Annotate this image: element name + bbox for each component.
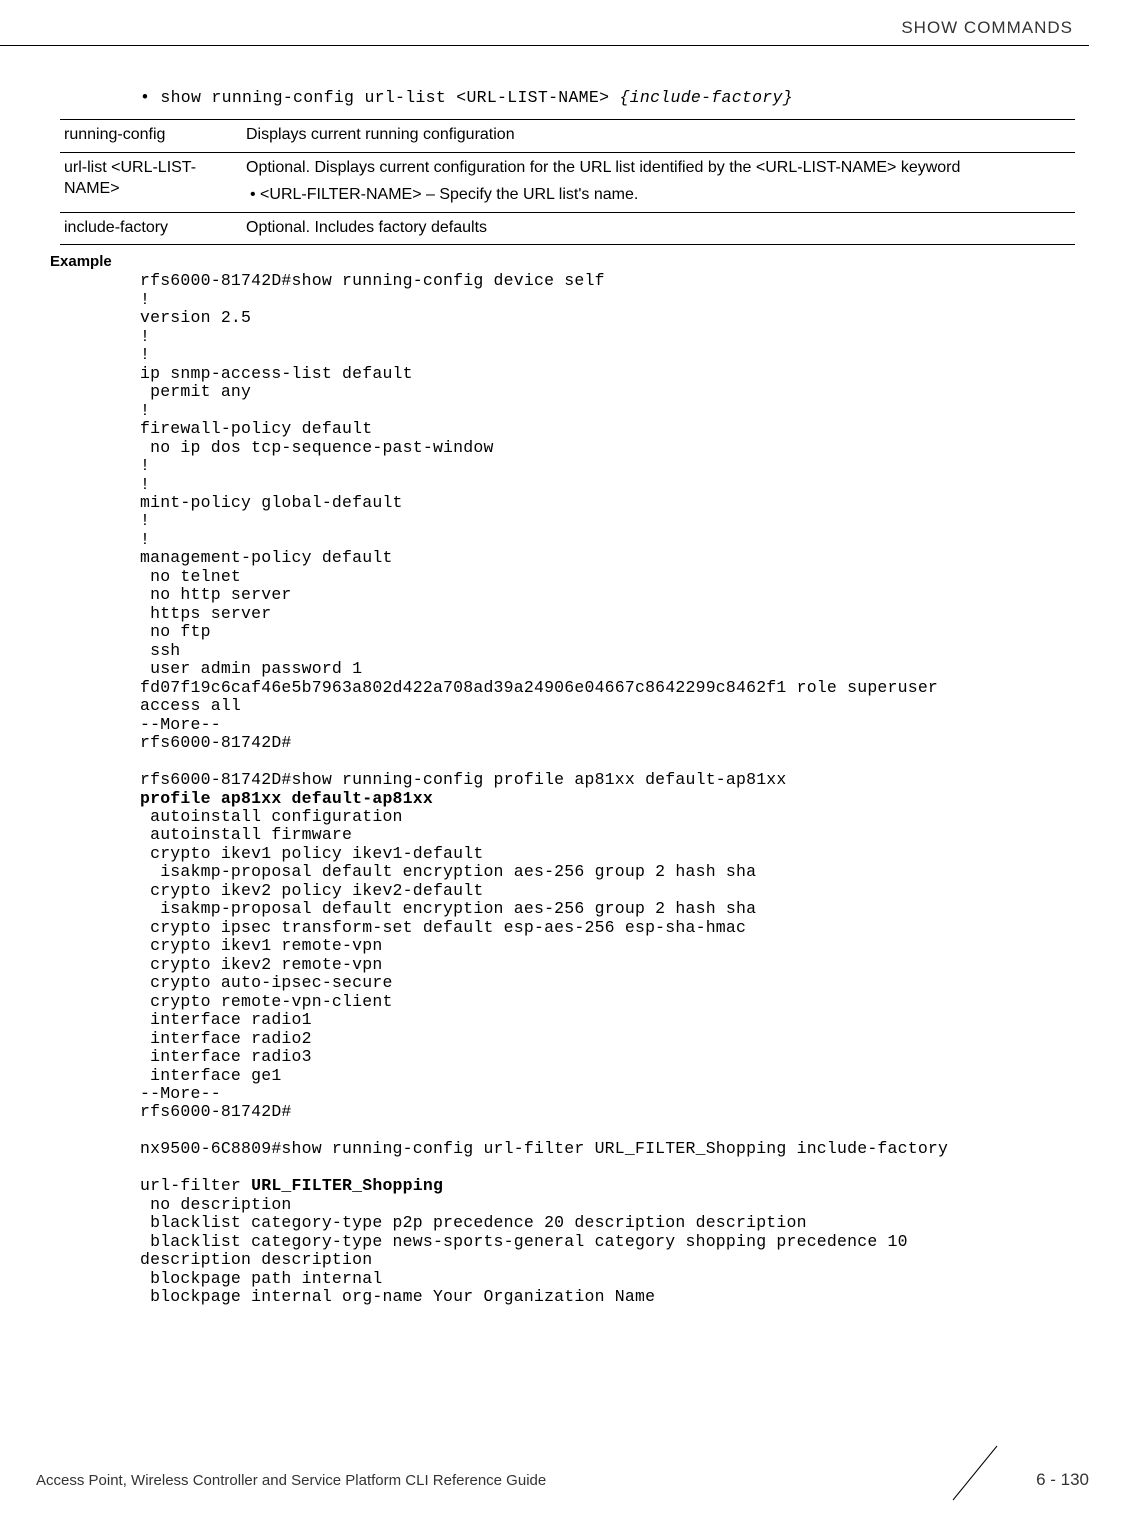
syntax-line: • show running-config url-list <URL-LIST… bbox=[140, 88, 1075, 107]
content-area: • show running-config url-list <URL-LIST… bbox=[60, 88, 1075, 1307]
syntax-text: show running-config url-list <URL-LIST-N… bbox=[160, 88, 619, 107]
param-desc: Displays current running configuration bbox=[242, 120, 1075, 153]
code-post1: autoinstall configuration autoinstall fi… bbox=[140, 807, 948, 1158]
page: SHOW COMMANDS • show running-config url-… bbox=[0, 0, 1125, 1518]
example-heading: Example bbox=[50, 253, 1075, 270]
param-name: include-factory bbox=[60, 212, 242, 245]
syntax-italic: {include-factory} bbox=[619, 88, 792, 107]
param-name: url-list <URL-LIST-NAME> bbox=[60, 152, 242, 212]
code-block: rfs6000-81742D#show running-config devic… bbox=[140, 272, 1075, 1306]
parameter-table: running-config Displays current running … bbox=[60, 119, 1075, 245]
table-row: running-config Displays current running … bbox=[60, 120, 1075, 153]
header-rule bbox=[0, 45, 1089, 46]
code-url-bold: URL_FILTER_Shopping bbox=[251, 1176, 443, 1195]
code-url-prefix: url-filter bbox=[140, 1176, 251, 1195]
footer-page-number: 6 - 130 bbox=[1036, 1470, 1089, 1490]
param-desc-text: Optional. Displays current configuration… bbox=[246, 159, 960, 176]
code-block2: no description blacklist category-type p… bbox=[140, 1195, 918, 1306]
param-desc: Optional. Displays current configuration… bbox=[242, 152, 1075, 212]
param-desc: Optional. Includes factory defaults bbox=[242, 212, 1075, 245]
table-row: include-factory Optional. Includes facto… bbox=[60, 212, 1075, 245]
footer-guide-title: Access Point, Wireless Controller and Se… bbox=[36, 1472, 546, 1489]
code-bold-profile: profile ap81xx default-ap81xx bbox=[140, 789, 433, 808]
page-footer: Access Point, Wireless Controller and Se… bbox=[36, 1470, 1089, 1490]
param-sub-bullet: • <URL-FILTER-NAME> – Specify the URL li… bbox=[246, 184, 1067, 206]
code-pre1: rfs6000-81742D#show running-config devic… bbox=[140, 271, 948, 789]
table-row: url-list <URL-LIST-NAME> Optional. Displ… bbox=[60, 152, 1075, 212]
header-section-title: SHOW COMMANDS bbox=[901, 18, 1073, 38]
bullet: • bbox=[140, 88, 150, 107]
param-name: running-config bbox=[60, 120, 242, 153]
